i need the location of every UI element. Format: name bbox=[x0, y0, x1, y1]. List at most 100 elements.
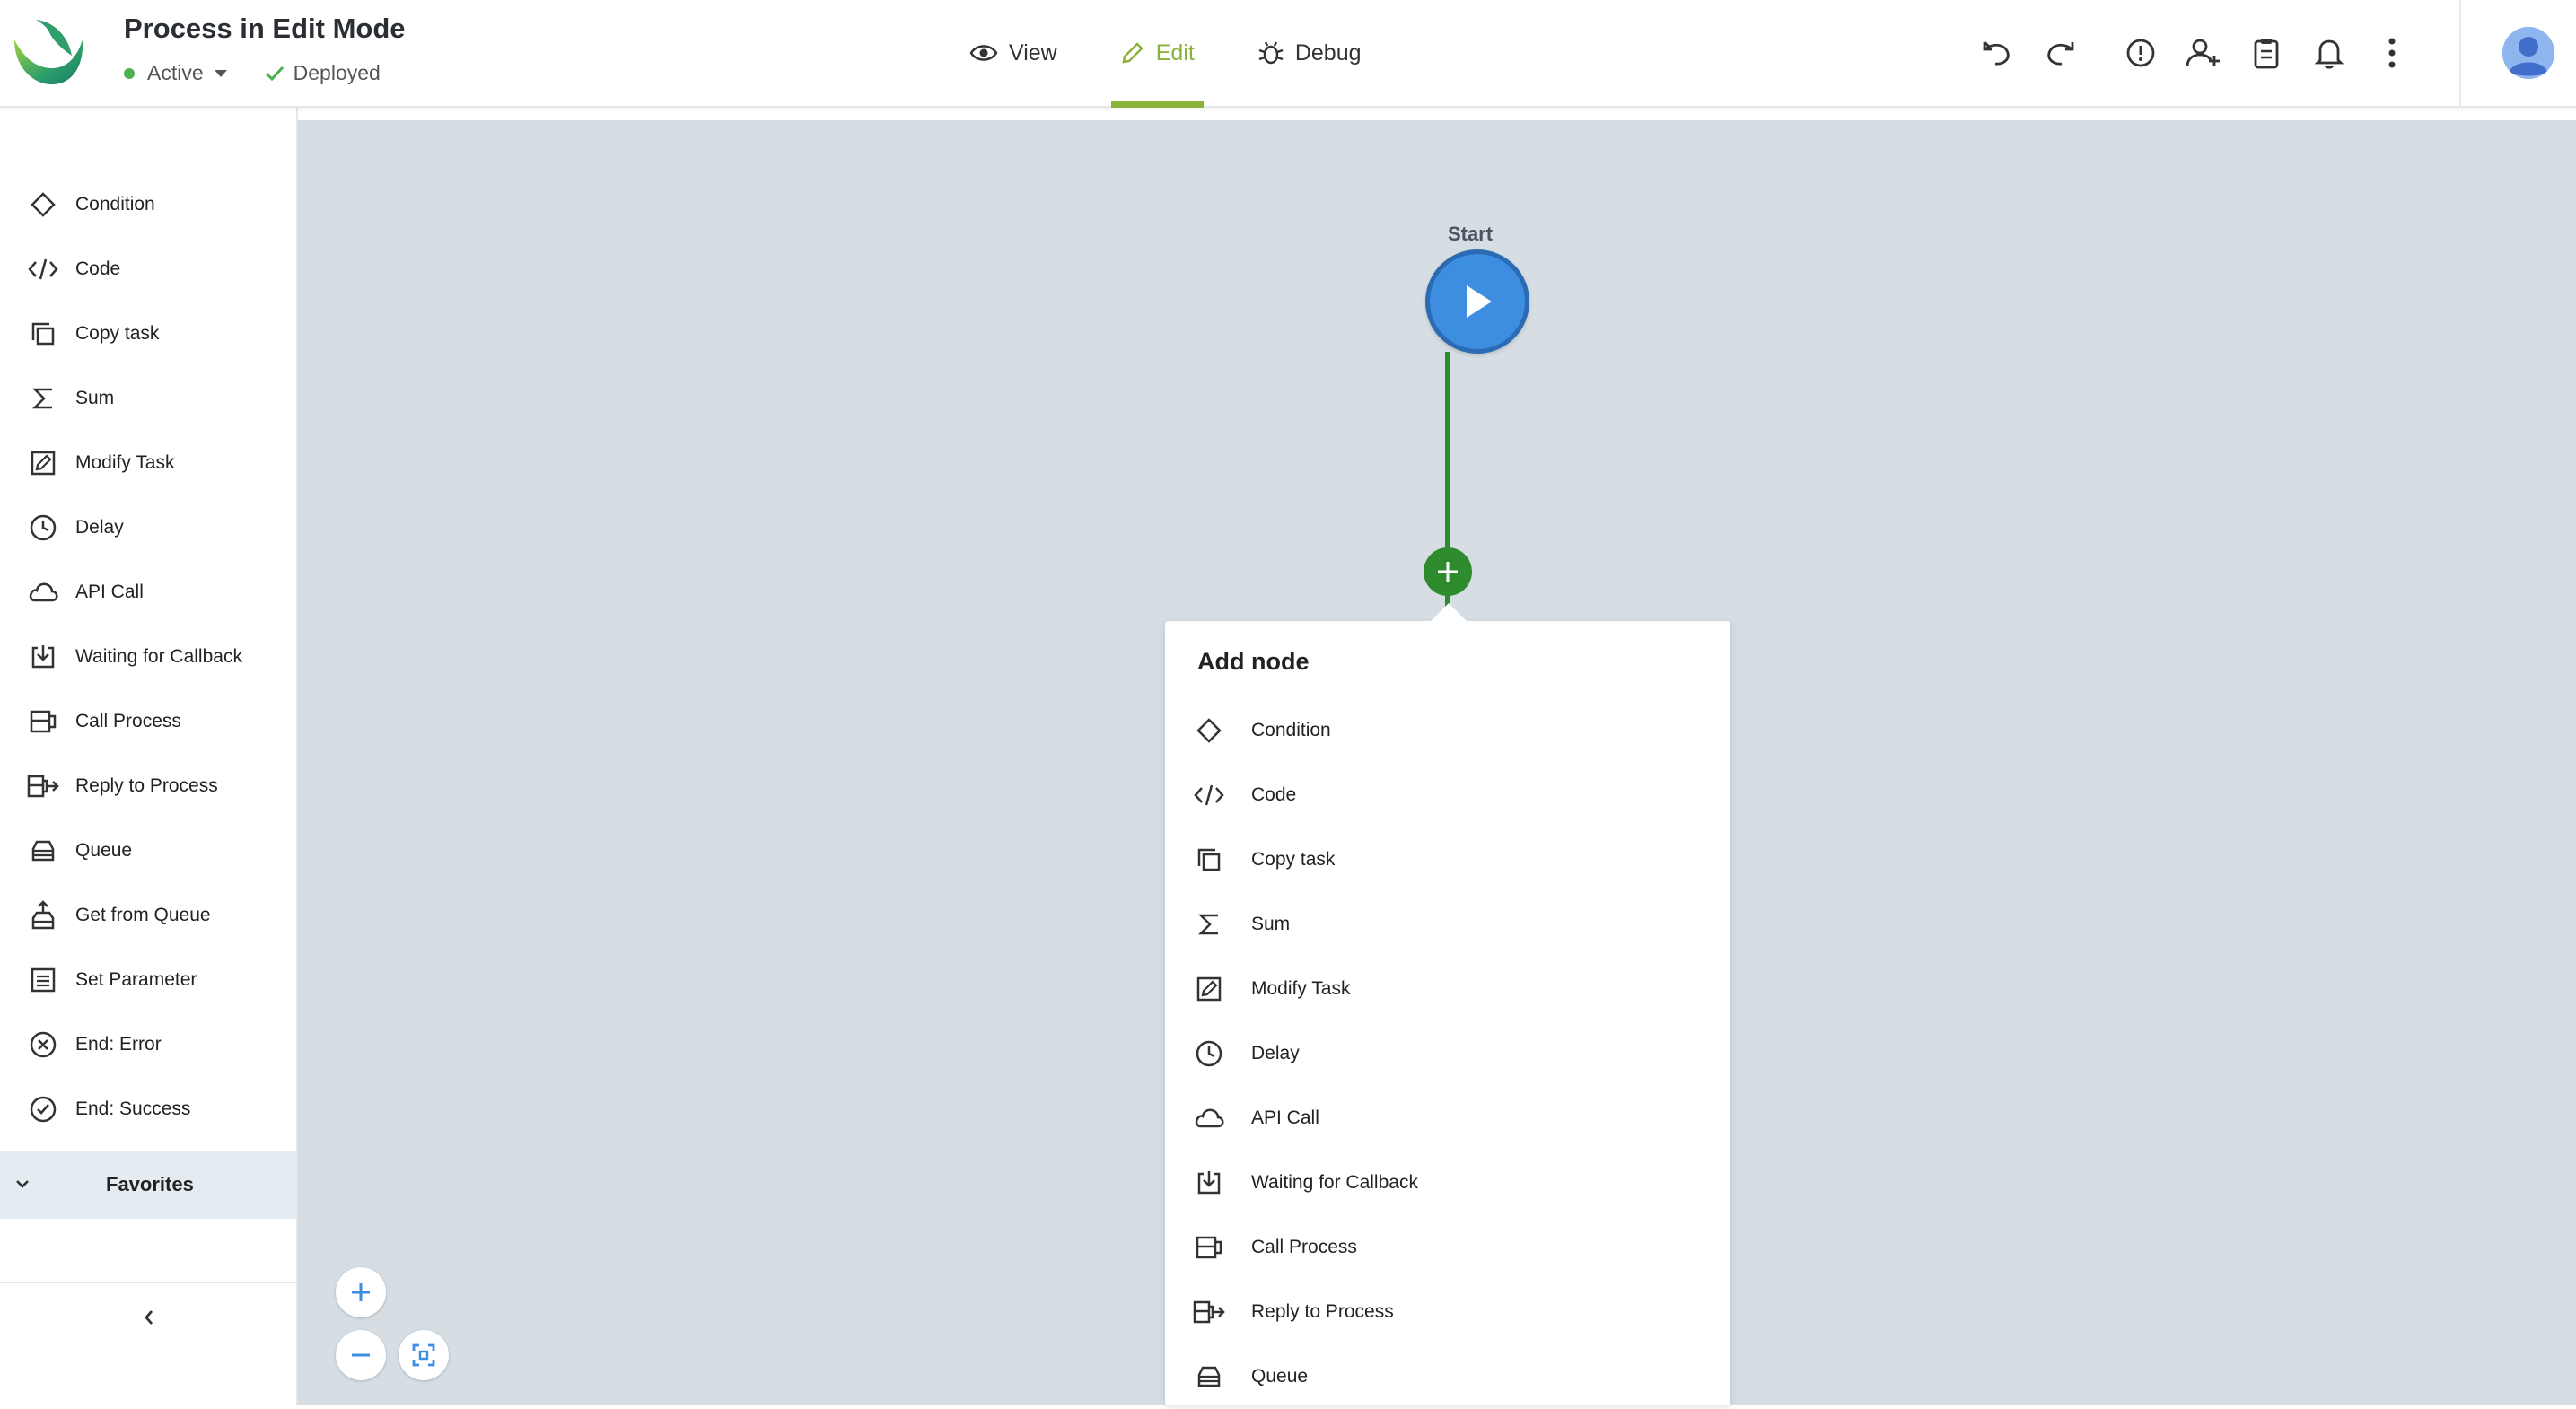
sidebar-item-label: Copy task bbox=[75, 323, 160, 344]
plus-icon bbox=[1438, 562, 1458, 582]
sidebar-item-label: API Call bbox=[75, 582, 144, 602]
check-icon bbox=[265, 66, 284, 81]
add-node-reply-to-process[interactable]: Reply to Process bbox=[1165, 1280, 1730, 1344]
add-node-condition[interactable]: Condition bbox=[1165, 698, 1730, 763]
clock-icon bbox=[27, 512, 59, 544]
reply-process-icon bbox=[1192, 1295, 1226, 1329]
avatar[interactable] bbox=[2502, 27, 2554, 79]
sidebar-item-label: End: Success bbox=[75, 1098, 191, 1119]
tab-view-label: View bbox=[1009, 39, 1057, 66]
caret-down-icon[interactable] bbox=[214, 69, 227, 77]
sidebar-item-get-from-queue[interactable]: Get from Queue bbox=[0, 883, 296, 948]
zoom-in-button[interactable] bbox=[336, 1267, 386, 1317]
sigma-icon bbox=[1192, 907, 1226, 941]
more-button[interactable] bbox=[2361, 22, 2423, 84]
favorites-label: Favorites bbox=[106, 1173, 194, 1195]
mode-tabs: View Edit Debug bbox=[960, 0, 1415, 108]
add-node-button[interactable] bbox=[1424, 547, 1472, 596]
sidebar-item-set-parameter[interactable]: Set Parameter bbox=[0, 948, 296, 1012]
collapse-sidebar-button[interactable] bbox=[133, 1301, 165, 1334]
sidebar-item-call-process[interactable]: Call Process bbox=[0, 689, 296, 754]
add-node-code[interactable]: Code bbox=[1165, 763, 1730, 827]
tab-edit[interactable]: Edit bbox=[1110, 0, 1204, 108]
download-icon bbox=[27, 641, 59, 673]
sidebar-item-label: Call Process bbox=[75, 711, 181, 731]
sidebar-item-sum[interactable]: Sum bbox=[0, 366, 296, 431]
status-dropdown[interactable]: Active bbox=[147, 61, 204, 85]
diamond-icon bbox=[27, 188, 59, 221]
sidebar-item-condition[interactable]: Condition bbox=[0, 172, 296, 237]
add-node-label: Reply to Process bbox=[1251, 1301, 1394, 1322]
tab-edit-label: Edit bbox=[1155, 39, 1195, 66]
add-node-queue[interactable]: Queue bbox=[1165, 1344, 1730, 1409]
add-node-call-process[interactable]: Call Process bbox=[1165, 1215, 1730, 1280]
sidebar-item-label: Delay bbox=[75, 517, 124, 538]
zoom-out-button[interactable] bbox=[336, 1330, 386, 1380]
notifications-button[interactable] bbox=[2298, 22, 2361, 84]
sidebar-item-end-success[interactable]: End: Success bbox=[0, 1077, 296, 1142]
call-process-icon bbox=[27, 705, 59, 738]
sidebar-item-modify-task[interactable]: Modify Task bbox=[0, 431, 296, 495]
chevron-down-icon bbox=[16, 1180, 29, 1188]
share-button[interactable] bbox=[2172, 22, 2235, 84]
process-canvas[interactable]: Start Add node Condition Code Copy task … bbox=[298, 120, 2576, 1405]
add-node-label: Delay bbox=[1251, 1043, 1300, 1063]
deploy-status: Deployed bbox=[293, 61, 381, 84]
bell-icon bbox=[2315, 39, 2344, 69]
add-node-waiting-for-callback[interactable]: Waiting for Callback bbox=[1165, 1151, 1730, 1215]
start-node[interactable] bbox=[1425, 249, 1529, 354]
add-node-label: Waiting for Callback bbox=[1251, 1172, 1418, 1193]
pencil-icon bbox=[1122, 42, 1143, 64]
reply-process-icon bbox=[27, 770, 59, 802]
sidebar-item-label: Waiting for Callback bbox=[75, 646, 242, 667]
sidebar-item-end-error[interactable]: End: Error bbox=[0, 1012, 296, 1077]
edit-square-icon bbox=[27, 447, 59, 479]
add-node-label: Queue bbox=[1251, 1366, 1309, 1387]
undo-button[interactable] bbox=[1966, 22, 2028, 84]
code-icon bbox=[27, 253, 59, 285]
add-node-delay[interactable]: Delay bbox=[1165, 1021, 1730, 1086]
sidebar-item-label: End: Error bbox=[75, 1034, 162, 1055]
fit-to-screen-button[interactable] bbox=[399, 1330, 449, 1380]
clock-icon bbox=[1192, 1037, 1226, 1071]
sidebar-item-reply-to-process[interactable]: Reply to Process bbox=[0, 754, 296, 818]
edit-square-icon bbox=[1192, 972, 1226, 1006]
tab-debug[interactable]: Debug bbox=[1249, 0, 1371, 106]
sidebar-item-api-call[interactable]: API Call bbox=[0, 560, 296, 625]
add-node-sum[interactable]: Sum bbox=[1165, 892, 1730, 957]
alerts-button[interactable] bbox=[2109, 22, 2172, 84]
copy-icon bbox=[1192, 843, 1226, 877]
more-vertical-icon bbox=[2388, 38, 2396, 68]
inbox-icon bbox=[27, 835, 59, 867]
add-node-label: Copy task bbox=[1251, 849, 1336, 870]
logo-icon[interactable] bbox=[9, 13, 86, 86]
clipboard-icon bbox=[2254, 39, 2279, 69]
sidebar-item-label: Queue bbox=[75, 840, 133, 861]
sidebar-item-code[interactable]: Code bbox=[0, 237, 296, 302]
sidebar-item-label: Sum bbox=[75, 388, 115, 408]
clipboard-button[interactable] bbox=[2235, 22, 2298, 84]
add-node-copy-task[interactable]: Copy task bbox=[1165, 827, 1730, 892]
sidebar-item-label: Code bbox=[75, 258, 121, 279]
sidebar-item-waiting-for-callback[interactable]: Waiting for Callback bbox=[0, 625, 296, 689]
add-node-label: Sum bbox=[1251, 914, 1291, 934]
redo-button[interactable] bbox=[2028, 22, 2091, 84]
undo-icon bbox=[1983, 41, 2010, 66]
tab-view[interactable]: View bbox=[960, 0, 1066, 106]
favorites-section-toggle[interactable]: Favorites bbox=[0, 1151, 296, 1219]
add-node-label: Call Process bbox=[1251, 1237, 1357, 1257]
inbox-icon bbox=[1192, 1360, 1226, 1394]
add-node-modify-task[interactable]: Modify Task bbox=[1165, 957, 1730, 1021]
x-circle-icon bbox=[27, 1028, 59, 1061]
sidebar-item-copy-task[interactable]: Copy task bbox=[0, 302, 296, 366]
download-icon bbox=[1192, 1166, 1226, 1200]
check-circle-icon bbox=[27, 1093, 59, 1125]
copy-icon bbox=[27, 318, 59, 350]
sidebar-item-label: Reply to Process bbox=[75, 775, 218, 796]
sidebar-item-queue[interactable]: Queue bbox=[0, 818, 296, 883]
alert-icon bbox=[2126, 39, 2155, 67]
add-node-label: Code bbox=[1251, 784, 1297, 805]
add-node-api-call[interactable]: API Call bbox=[1165, 1086, 1730, 1151]
call-process-icon bbox=[1192, 1230, 1226, 1265]
sidebar-item-delay[interactable]: Delay bbox=[0, 495, 296, 560]
